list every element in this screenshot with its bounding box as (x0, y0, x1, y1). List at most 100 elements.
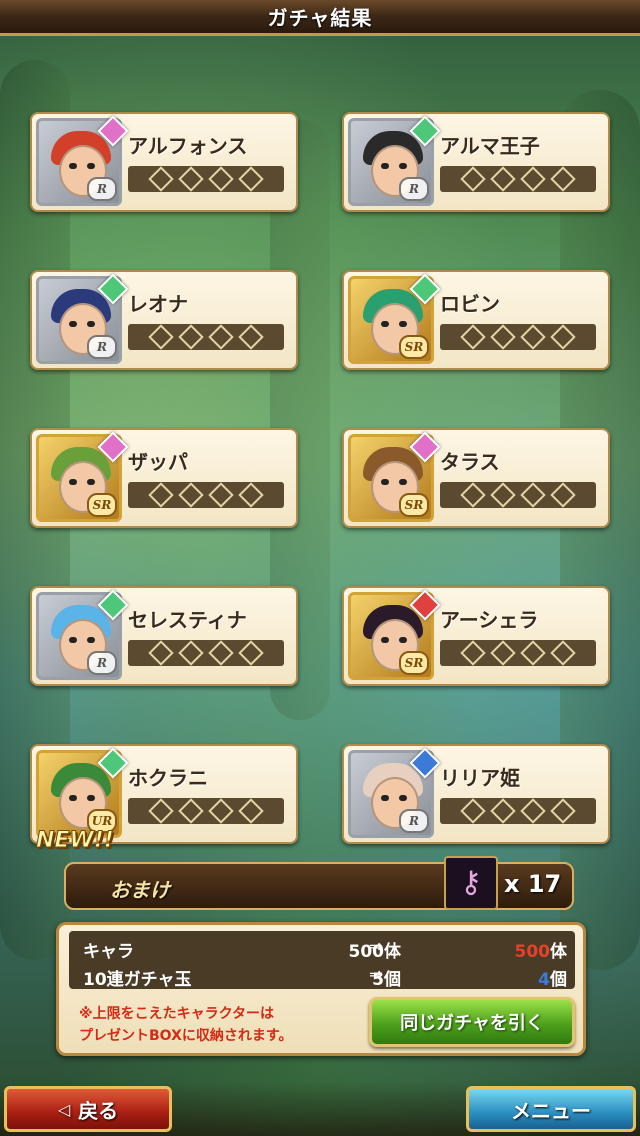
character-card[interactable]: R レオナ (30, 270, 298, 370)
diamond-icon (550, 482, 576, 508)
diamond-icon (520, 166, 546, 192)
rarity-bar (440, 482, 596, 508)
character-card[interactable]: SR ザッパ (30, 428, 298, 528)
character-card[interactable]: R アルマ王子 (342, 112, 610, 212)
key-icon: ⚷ (460, 865, 482, 900)
note-line-1: ※上限をこえたキャラクターは (79, 1006, 275, 1022)
diamond-icon (520, 640, 546, 666)
portrait-eye (381, 163, 389, 169)
diamond-icon (148, 324, 174, 350)
draw-same-gacha-button[interactable]: 同じガチャを引く (369, 997, 575, 1047)
portrait-eye (69, 479, 77, 485)
portrait-eye (381, 795, 389, 801)
rank-badge: R (87, 177, 117, 201)
bonus-item-slot: ⚷ (444, 856, 498, 910)
rarity-bar (440, 324, 596, 350)
stat-after: 4個 (538, 965, 567, 990)
portrait-eye (399, 795, 407, 801)
stat-row-chara: キャラ 500体 ⇒ 500体 (69, 933, 575, 962)
character-name: リリア姫 (440, 766, 520, 790)
character-name: ロビン (440, 292, 500, 316)
bonus-bar: おまけ ⚷ x 17 (64, 856, 574, 910)
portrait-eye (381, 321, 389, 327)
character-card[interactable]: SR ロビン (342, 270, 610, 370)
diamond-icon (148, 166, 174, 192)
diamond-icon (460, 640, 486, 666)
portrait-eye (381, 479, 389, 485)
diamond-icon (550, 640, 576, 666)
portrait-eye (399, 321, 407, 327)
character-name: レオナ (128, 292, 188, 316)
back-arrow-icon: ◁ (57, 1099, 71, 1119)
diamond-icon (490, 798, 516, 824)
diamond-icon (208, 324, 234, 350)
character-name: アルマ王子 (440, 134, 540, 158)
character-card[interactable]: R セレスティナ (30, 586, 298, 686)
stat-after-unit: 体 (550, 942, 567, 962)
back-label: 戻る (78, 1098, 119, 1123)
stat-table: キャラ 500体 ⇒ 500体 10連ガチャ玉 5個 ⇒ 4個 (69, 931, 575, 990)
stat-arrow: ⇒ (369, 937, 384, 957)
diamond-icon (178, 798, 204, 824)
portrait-eye (69, 795, 77, 801)
menu-button[interactable]: メニュー (466, 1086, 636, 1132)
diamond-icon (460, 798, 486, 824)
stat-label: キャラ (83, 942, 134, 962)
diamond-icon (520, 324, 546, 350)
portrait-eye (87, 637, 95, 643)
stat-after-value: 500 (514, 942, 551, 962)
diamond-icon (460, 482, 486, 508)
character-card[interactable]: R リリア姫 (342, 744, 610, 844)
portrait-eye (381, 637, 389, 643)
character-card[interactable]: SR アーシェラ (342, 586, 610, 686)
portrait-eye (399, 637, 407, 643)
character-name: ホクラニ (128, 766, 208, 790)
new-badge: NEW!! (36, 828, 115, 854)
diamond-icon (208, 482, 234, 508)
diamond-icon (178, 640, 204, 666)
back-button[interactable]: ◁ 戻る (4, 1086, 172, 1132)
diamond-icon (490, 640, 516, 666)
rarity-bar (128, 324, 284, 350)
diamond-icon (148, 482, 174, 508)
portrait-eye (87, 795, 95, 801)
rank-badge: R (87, 335, 117, 359)
bonus-count: x 17 (504, 870, 562, 898)
diamond-icon (208, 798, 234, 824)
character-card[interactable]: R アルフォンス (30, 112, 298, 212)
character-name: ザッパ (128, 450, 188, 474)
diamond-icon (148, 640, 174, 666)
stat-after-unit: 個 (550, 970, 567, 990)
rarity-bar (440, 166, 596, 192)
diamond-icon (208, 640, 234, 666)
portrait-eye (69, 637, 77, 643)
note-line-2: プレゼントBOXに収納されます。 (79, 1028, 293, 1044)
diamond-icon (550, 166, 576, 192)
diamond-icon (178, 482, 204, 508)
diamond-icon (208, 166, 234, 192)
diamond-icon (550, 798, 576, 824)
diamond-icon (460, 166, 486, 192)
rarity-bar (128, 798, 284, 824)
rank-badge: R (399, 177, 429, 201)
rank-badge: SR (87, 493, 117, 517)
title-bar: ガチャ結果 (0, 0, 640, 36)
character-card[interactable]: SR タラス (342, 428, 610, 528)
rarity-bar (440, 640, 596, 666)
rank-badge: SR (399, 651, 429, 675)
bonus-label: おまけ (110, 878, 170, 902)
rarity-bar (128, 166, 284, 192)
rank-badge: R (87, 651, 117, 675)
diamond-icon (520, 798, 546, 824)
diamond-icon (490, 324, 516, 350)
portrait-eye (87, 163, 95, 169)
rank-badge: R (399, 809, 429, 833)
portrait-eye (399, 163, 407, 169)
stat-after-value: 4 (538, 970, 550, 990)
character-name: アルフォンス (128, 134, 248, 158)
rarity-bar (128, 640, 284, 666)
character-name: セレスティナ (128, 608, 247, 632)
rarity-bar (128, 482, 284, 508)
diamond-icon (238, 798, 264, 824)
diamond-icon (178, 166, 204, 192)
